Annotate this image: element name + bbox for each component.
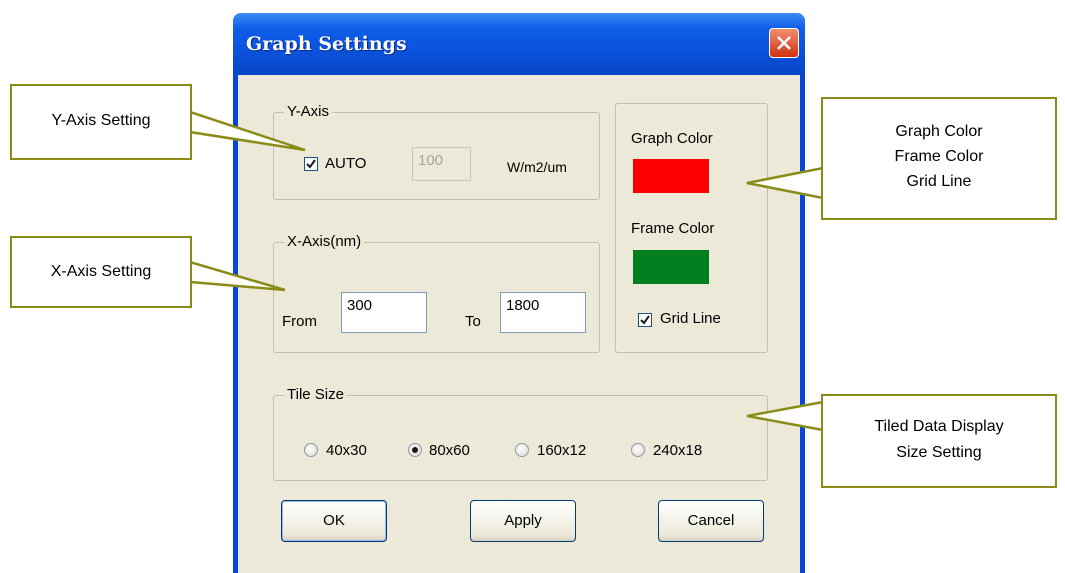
x-axis-callout: X-Axis Setting [10,236,192,308]
tiled-display-callout: Tiled Data Display Size Setting [821,394,1057,488]
color-settings-callout: Graph Color Frame Color Grid Line [821,97,1057,220]
y-axis-callout: Y-Axis Setting [10,84,192,160]
